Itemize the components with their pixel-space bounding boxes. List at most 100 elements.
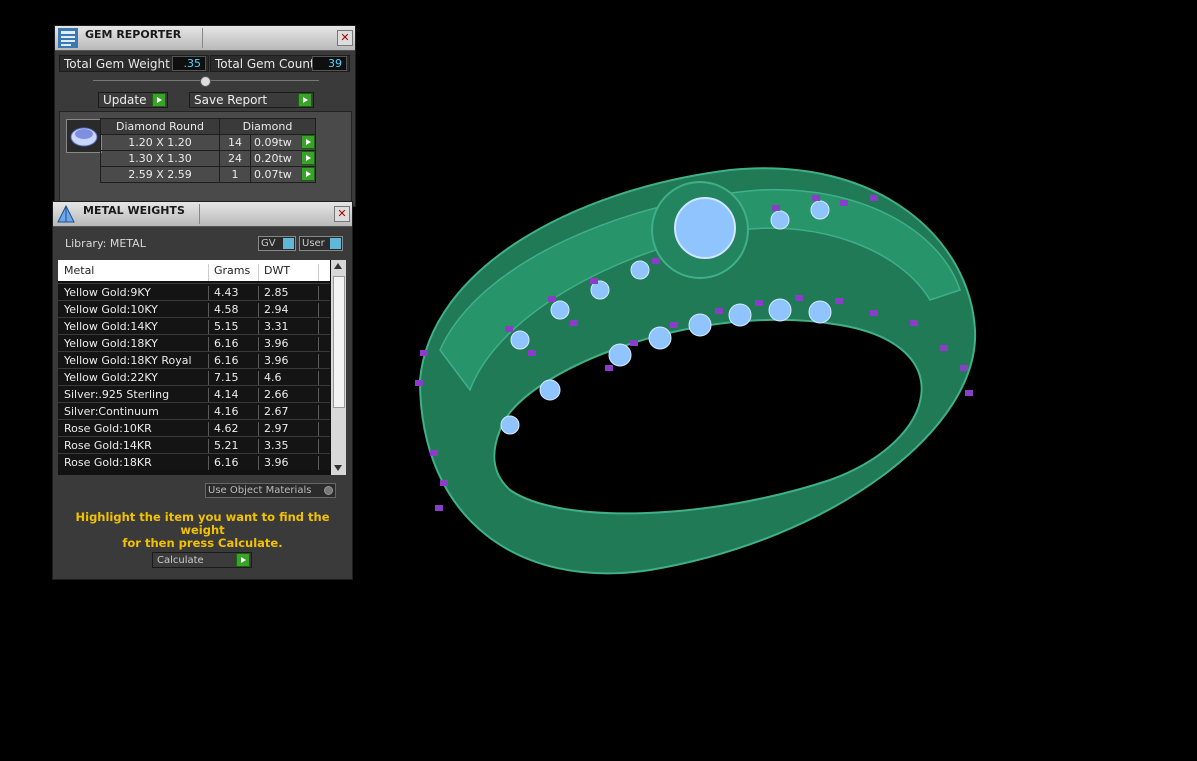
play-icon[interactable] [301,167,315,181]
gem-size: 1.30 X 1.30 [100,150,220,167]
gem-reporter-titlebar[interactable]: GEM REPORTER ✕ [55,26,355,51]
radio-icon [324,486,333,495]
metal-grams: 4.62 [214,422,239,435]
close-icon[interactable]: ✕ [337,30,353,46]
metal-grams: 5.15 [214,320,239,333]
gem-row[interactable]: 1.30 X 1.30 24 0.20tw [100,150,316,167]
play-icon [152,93,166,107]
metal-dwt: 3.96 [264,337,289,350]
metal-weights-icon [57,204,75,223]
gem-weight[interactable]: 0.07tw [250,166,316,183]
metal-grams: 7.15 [214,371,239,384]
calculate-button[interactable]: Calculate [152,552,252,568]
metal-name: Yellow Gold:18KY Royal [64,354,192,367]
gem-reporter-title: GEM REPORTER [85,28,182,41]
metal-name: Rose Gold:18KR [64,456,152,469]
play-icon[interactable] [301,151,315,165]
metal-dwt: 3.96 [264,354,289,367]
diamond-thumbnail [66,119,102,153]
close-icon[interactable]: ✕ [334,206,350,222]
metal-grams: 6.16 [214,354,239,367]
metal-dwt: 3.31 [264,320,289,333]
use-object-materials-toggle[interactable]: Use Object Materials [205,483,336,498]
splitter-handle-icon[interactable] [200,76,211,87]
column-header-grams[interactable]: Grams [214,264,250,277]
gem-size: 2.59 X 2.59 [100,166,220,183]
metal-table: Metal Grams DWT Yellow Gold:9KY 4.43 2.8… [58,260,346,475]
gem-material-header: Diamond [219,118,316,135]
metal-grams: 4.16 [214,405,239,418]
gem-count: 1 [219,166,251,183]
metal-dwt: 2.67 [264,405,289,418]
ring-model [415,167,977,575]
table-row[interactable]: Rose Gold:14KR 5.21 3.35 [58,436,330,453]
instruction-text: Highlight the item you want to find the … [53,511,352,550]
update-button[interactable]: Update [98,92,168,108]
table-row[interactable]: Yellow Gold:9KY 4.43 2.85 [58,283,330,300]
user-toggle[interactable]: User [299,236,343,251]
gem-row[interactable]: 2.59 X 2.59 1 0.07tw [100,166,316,183]
center-stone [674,197,736,259]
gem-row[interactable]: 1.20 X 1.20 14 0.09tw [100,134,316,151]
update-button-label: Update [103,93,147,107]
calculate-button-label: Calculate [157,555,204,566]
table-row[interactable]: Yellow Gold:14KY 5.15 3.31 [58,317,330,334]
column-header-dwt[interactable]: DWT [264,264,290,277]
table-row[interactable]: Yellow Gold:18KY Royal 6.16 3.96 [58,351,330,368]
column-header-metal[interactable]: Metal [64,264,94,277]
table-row[interactable]: Yellow Gold:18KY 6.16 3.96 [58,334,330,351]
gem-weight[interactable]: 0.20tw [250,150,316,167]
table-row[interactable]: Yellow Gold:22KY 7.15 4.6 [58,368,330,385]
metal-grams: 6.16 [214,337,239,350]
scroll-up-icon[interactable] [334,263,342,269]
gem-weight-value: 0.09tw [254,136,292,149]
scroll-down-icon[interactable] [334,465,342,471]
instruction-line-2: for then press Calculate. [122,536,283,550]
metal-name: Yellow Gold:14KY [64,320,158,333]
save-report-button[interactable]: Save Report [189,92,314,108]
metal-name: Rose Gold:10KR [64,422,152,435]
metal-name: Silver:.925 Sterling [64,388,170,401]
round-diamond-icon [70,127,98,147]
metal-dwt: 2.94 [264,303,289,316]
play-icon[interactable] [301,135,315,149]
gem-shape-header: Diamond Round [100,118,220,135]
total-gem-count-value: 39 [312,56,347,71]
metal-dwt: 4.6 [264,371,282,384]
metal-dwt: 2.66 [264,388,289,401]
metal-weights-titlebar[interactable]: METAL WEIGHTS ✕ [53,202,352,227]
ring-3d-viewport[interactable] [400,150,990,580]
toggle-indicator-icon [330,238,341,249]
table-row[interactable]: Rose Gold:18KR 6.16 3.96 [58,453,330,470]
scrollbar-thumb[interactable] [333,276,345,408]
metal-dwt: 3.35 [264,439,289,452]
gv-toggle-label: GV [261,238,276,249]
metal-name: Yellow Gold:22KY [64,371,158,384]
metal-dwt: 2.97 [264,422,289,435]
gem-weight-value: 0.20tw [254,152,292,165]
metal-grams: 6.16 [214,456,239,469]
gem-table-header: Diamond Round Diamond [100,118,316,135]
metal-weights-title: METAL WEIGHTS [83,204,185,217]
gem-count: 24 [219,150,251,167]
metal-table-scrollbar[interactable] [331,260,346,475]
metal-table-header: Metal Grams DWT [58,260,330,281]
metal-grams: 4.43 [214,286,239,299]
gem-weight[interactable]: 0.09tw [250,134,316,151]
gem-report-icon [58,28,78,48]
metal-name: Yellow Gold:9KY [64,286,151,299]
user-toggle-label: User [302,238,325,249]
gv-toggle[interactable]: GV [258,236,296,251]
table-row[interactable]: Rose Gold:10KR 4.62 2.97 [58,419,330,436]
table-row[interactable]: Silver:.925 Sterling 4.14 2.66 [58,385,330,402]
total-gem-weight-value: .35 [172,56,206,71]
gem-size: 1.20 X 1.20 [100,134,220,151]
table-row[interactable]: Yellow Gold:10KY 4.58 2.94 [58,300,330,317]
play-icon [236,553,250,567]
metal-dwt: 3.96 [264,456,289,469]
table-row[interactable]: Silver:Continuum 4.16 2.67 [58,402,330,419]
gem-weight-value: 0.07tw [254,168,292,181]
metal-name: Silver:Continuum [64,405,159,418]
toggle-indicator-icon [283,238,294,249]
metal-name: Yellow Gold:10KY [64,303,158,316]
